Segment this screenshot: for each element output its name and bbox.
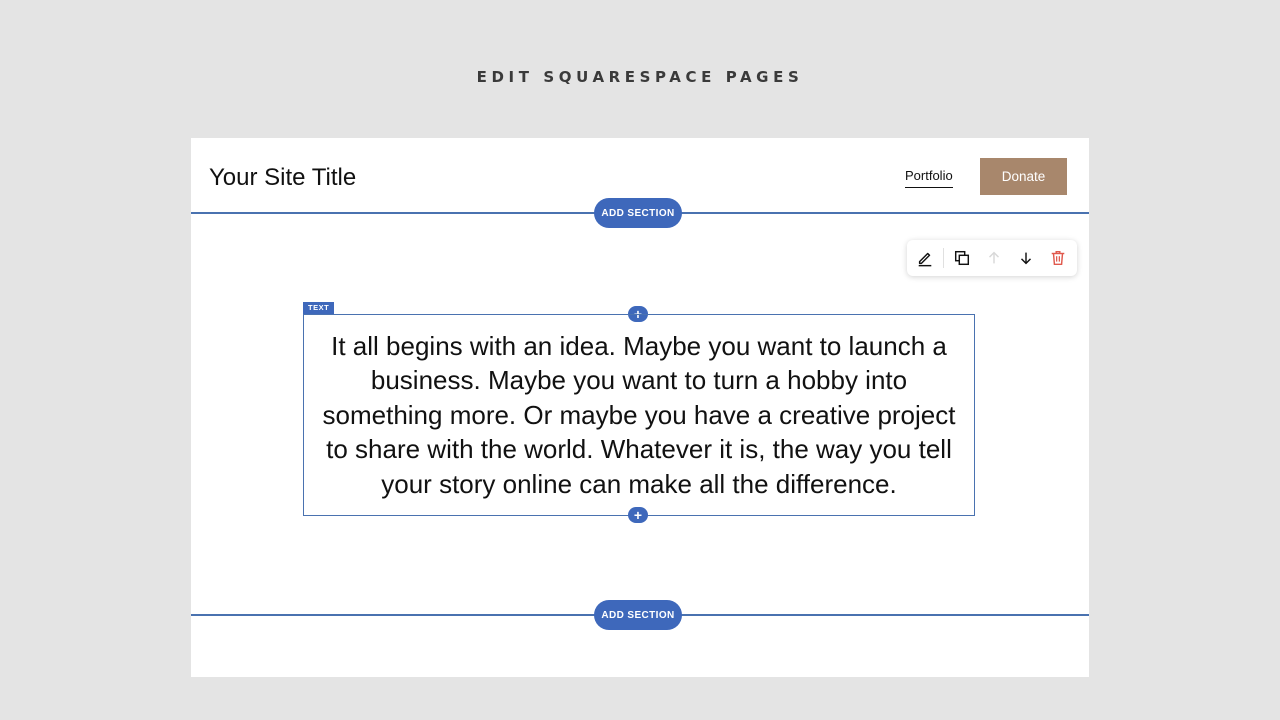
move-up-arrow-icon[interactable] [978, 242, 1010, 274]
text-block[interactable]: It all begins with an idea. Maybe you wa… [303, 314, 975, 516]
site-title[interactable]: Your Site Title [209, 164, 356, 192]
page-heading: EDIT SQUARESPACE PAGES [476, 68, 804, 86]
move-down-arrow-icon[interactable] [1010, 242, 1042, 274]
trash-icon[interactable] [1042, 242, 1074, 274]
text-block-content[interactable]: It all begins with an idea. Maybe you wa… [318, 329, 960, 502]
block-toolbar [907, 240, 1077, 276]
nav-link-portfolio[interactable]: Portfolio [905, 168, 953, 188]
add-section-button-top[interactable]: ADD SECTION [594, 198, 682, 228]
text-block-tag: TEXT [303, 302, 335, 314]
add-block-below-icon[interactable]: + [628, 507, 648, 523]
edit-pencil-icon[interactable] [909, 242, 941, 274]
editor-canvas: Your Site Title Portfolio Donate ADD SEC… [191, 138, 1089, 677]
toolbar-divider [943, 248, 944, 268]
donate-button[interactable]: Donate [980, 158, 1067, 195]
add-section-button-bottom[interactable]: ADD SECTION [594, 600, 682, 630]
duplicate-icon[interactable] [946, 242, 978, 274]
